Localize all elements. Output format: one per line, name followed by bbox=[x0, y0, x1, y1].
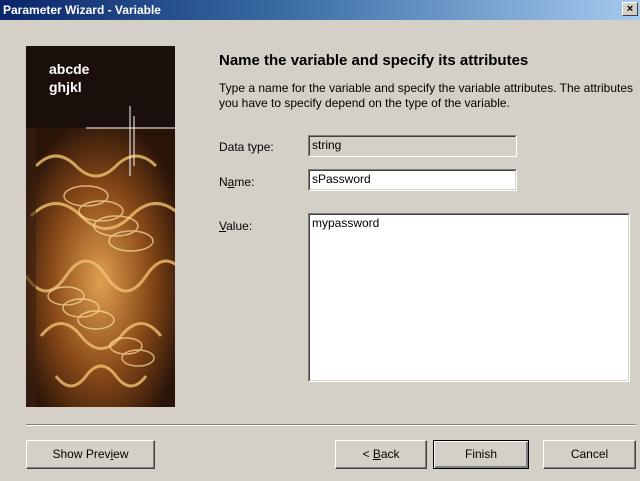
page-description: Type a name for the variable and specify… bbox=[219, 81, 634, 110]
data-type-field: string bbox=[308, 135, 517, 157]
banner-art bbox=[26, 106, 175, 407]
title-bar: Parameter Wizard - Variable × bbox=[0, 0, 640, 20]
window-title: Parameter Wizard - Variable bbox=[3, 3, 161, 17]
name-input-value: sPassword bbox=[312, 172, 371, 186]
value-textarea-content: mypassword bbox=[312, 216, 380, 230]
back-button[interactable]: < Back bbox=[335, 440, 427, 469]
close-icon: × bbox=[626, 3, 634, 15]
show-preview-button[interactable]: Show Preview bbox=[26, 440, 155, 469]
value-label: Value: bbox=[219, 219, 253, 233]
close-button[interactable]: × bbox=[622, 2, 638, 16]
cancel-button[interactable]: Cancel bbox=[543, 440, 636, 469]
page-heading: Name the variable and specify its attrib… bbox=[219, 52, 529, 69]
data-type-value: string bbox=[312, 138, 342, 152]
name-label: Name: bbox=[219, 175, 255, 189]
footer-separator bbox=[26, 424, 636, 426]
name-input[interactable]: sPassword bbox=[308, 169, 517, 191]
banner-logo-text: abcde ghjkl bbox=[49, 61, 90, 95]
finish-button[interactable]: Finish bbox=[433, 440, 529, 469]
wizard-banner-image: abcde ghjkl bbox=[26, 46, 175, 407]
data-type-label: Data type: bbox=[219, 140, 274, 154]
value-textarea[interactable]: mypassword bbox=[308, 213, 630, 382]
